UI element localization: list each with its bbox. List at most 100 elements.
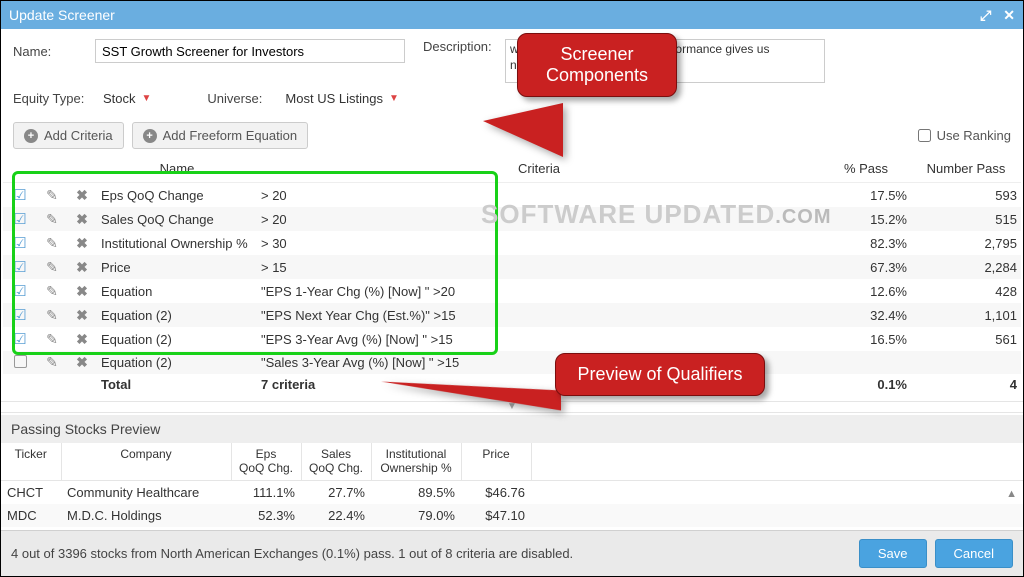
checkbox-on-icon[interactable]: ☑ <box>13 259 26 276</box>
checkbox-on-icon[interactable]: ☑ <box>13 307 26 324</box>
checkbox-on-icon[interactable]: ☑ <box>13 331 26 348</box>
delete-icon[interactable]: ✖ <box>76 211 88 227</box>
caret-down-icon: ▼ <box>142 93 152 104</box>
criteria-name: Equation (2) <box>97 327 257 351</box>
col-ticker: Ticker <box>1 443 61 480</box>
delete-icon[interactable]: ✖ <box>76 307 88 323</box>
description-textarea[interactable]: wth screener for Investors. performance … <box>505 39 825 83</box>
add-criteria-label: Add Criteria <box>44 128 113 143</box>
checkbox-on-icon[interactable]: ☑ <box>13 187 26 204</box>
criteria-name: Equation <box>97 279 257 303</box>
close-icon[interactable]: ✕ <box>1003 7 1015 24</box>
footer-message: 4 out of 3396 stocks from North American… <box>11 546 851 561</box>
delete-icon[interactable]: ✖ <box>76 187 88 203</box>
delete-icon[interactable]: ✖ <box>76 354 88 370</box>
criteria-pct: 82.3% <box>821 231 911 255</box>
criteria-pct: 17.5% <box>821 183 911 208</box>
ticker-cell: CHCT <box>1 480 61 504</box>
eps-cell: 111.1% <box>231 480 301 504</box>
add-criteria-button[interactable]: + Add Criteria <box>13 122 124 149</box>
criteria-num: 515 <box>911 207 1021 231</box>
edit-icon[interactable]: ✎ <box>46 331 58 347</box>
criteria-name: Equation (2) <box>97 351 257 374</box>
equity-type-label: Equity Type: <box>13 91 85 106</box>
edit-icon[interactable]: ✎ <box>46 187 58 203</box>
checkbox-on-icon[interactable]: ☑ <box>13 283 26 300</box>
plus-icon: + <box>143 129 157 143</box>
description-label: Description: <box>423 39 495 54</box>
eps-cell: 52.3% <box>231 504 301 527</box>
splitter[interactable]: ▼ <box>1 401 1023 413</box>
edit-icon[interactable]: ✎ <box>46 259 58 275</box>
col-num-header: Number Pass <box>911 155 1021 183</box>
criteria-pct <box>821 351 911 374</box>
criteria-toolbar: + Add Criteria + Add Freeform Equation U… <box>1 116 1023 155</box>
delete-icon[interactable]: ✖ <box>76 235 88 251</box>
criteria-table: Name Criteria % Pass Number Pass ☑✎✖Eps … <box>3 155 1021 395</box>
criteria-name: Equation (2) <box>97 303 257 327</box>
col-pct-header: % Pass <box>821 155 911 183</box>
col-sales: Sales QoQ Chg. <box>301 443 371 480</box>
name-input[interactable] <box>95 39 405 63</box>
preview-row: MDCM.D.C. Holdings52.3%22.4%79.0%$47.10 <box>1 504 1023 527</box>
edit-icon[interactable]: ✎ <box>46 307 58 323</box>
equity-type-value: Stock <box>103 91 136 106</box>
edit-icon[interactable]: ✎ <box>46 211 58 227</box>
checkbox-on-icon[interactable]: ☑ <box>13 235 26 252</box>
criteria-pct: 16.5% <box>821 327 911 351</box>
col-price: Price <box>461 443 531 480</box>
checkbox-on-icon[interactable]: ☑ <box>13 211 26 228</box>
window-title: Update Screener <box>9 7 980 23</box>
edit-icon[interactable]: ✎ <box>46 283 58 299</box>
delete-icon[interactable]: ✖ <box>76 259 88 275</box>
use-ranking-input[interactable] <box>918 129 931 142</box>
criteria-total-row: Total7 criteria0.1%4 <box>3 374 1021 395</box>
criteria-name: Eps QoQ Change <box>97 183 257 208</box>
criteria-pct: 15.2% <box>821 207 911 231</box>
cancel-button[interactable]: Cancel <box>935 539 1013 568</box>
inst-cell: 79.0% <box>371 504 461 527</box>
inst-cell: 89.5% <box>371 480 461 504</box>
company-cell: Community Healthcare <box>61 480 231 504</box>
universe-select[interactable]: Most US Listings ▼ <box>285 91 398 106</box>
criteria-row: ☑✎✖Price> 1567.3%2,284 <box>3 255 1021 279</box>
save-button[interactable]: Save <box>859 539 927 568</box>
criteria-name: Sales QoQ Change <box>97 207 257 231</box>
criteria-pct: 32.4% <box>821 303 911 327</box>
delete-icon[interactable]: ✖ <box>76 331 88 347</box>
col-criteria-header: Criteria <box>257 155 821 183</box>
criteria-num: 593 <box>911 183 1021 208</box>
criteria-name: Price <box>97 255 257 279</box>
use-ranking-label: Use Ranking <box>937 128 1011 143</box>
equity-type-select[interactable]: Stock ▼ <box>103 91 151 106</box>
criteria-name: Institutional Ownership % <box>97 231 257 255</box>
criteria-expr: > 20 <box>257 183 821 208</box>
description-text: wth screener for Investors. performance … <box>510 42 769 72</box>
delete-icon[interactable]: ✖ <box>76 283 88 299</box>
criteria-expr: > 15 <box>257 255 821 279</box>
price-cell: $46.76 <box>461 480 531 504</box>
universe-label: Universe: <box>207 91 267 106</box>
universe-value: Most US Listings <box>285 91 383 106</box>
add-freeform-button[interactable]: + Add Freeform Equation <box>132 122 308 149</box>
criteria-num: 561 <box>911 327 1021 351</box>
total-criteria: 7 criteria <box>257 374 821 395</box>
scroll-up-icon[interactable]: ▲ <box>1006 488 1017 500</box>
criteria-num: 428 <box>911 279 1021 303</box>
criteria-expr: "EPS 1-Year Chg (%) [Now] " >20 <box>257 279 821 303</box>
criteria-expr: "EPS Next Year Chg (Est.%)" >15 <box>257 303 821 327</box>
caret-down-icon: ▼ <box>389 93 399 104</box>
total-label: Total <box>97 374 257 395</box>
company-cell: M.D.C. Holdings <box>61 504 231 527</box>
criteria-expr: "EPS 3-Year Avg (%) [Now] " >15 <box>257 327 821 351</box>
titlebar: Update Screener ⤢ ✕ <box>1 1 1023 29</box>
maximize-icon[interactable]: ⤢ <box>980 7 991 24</box>
checkbox-off-icon[interactable] <box>14 355 27 368</box>
edit-icon[interactable]: ✎ <box>46 354 58 370</box>
preview-title: Passing Stocks Preview <box>1 415 1023 443</box>
edit-icon[interactable]: ✎ <box>46 235 58 251</box>
footer: 4 out of 3396 stocks from North American… <box>1 530 1023 576</box>
use-ranking-checkbox[interactable]: Use Ranking <box>918 128 1011 143</box>
criteria-row: ☑ ✎ ✖ Equation"EPS 1-Year Chg (%) [Now] " >… <box>3 279 1021 303</box>
col-eps: Eps QoQ Chg. <box>231 443 301 480</box>
